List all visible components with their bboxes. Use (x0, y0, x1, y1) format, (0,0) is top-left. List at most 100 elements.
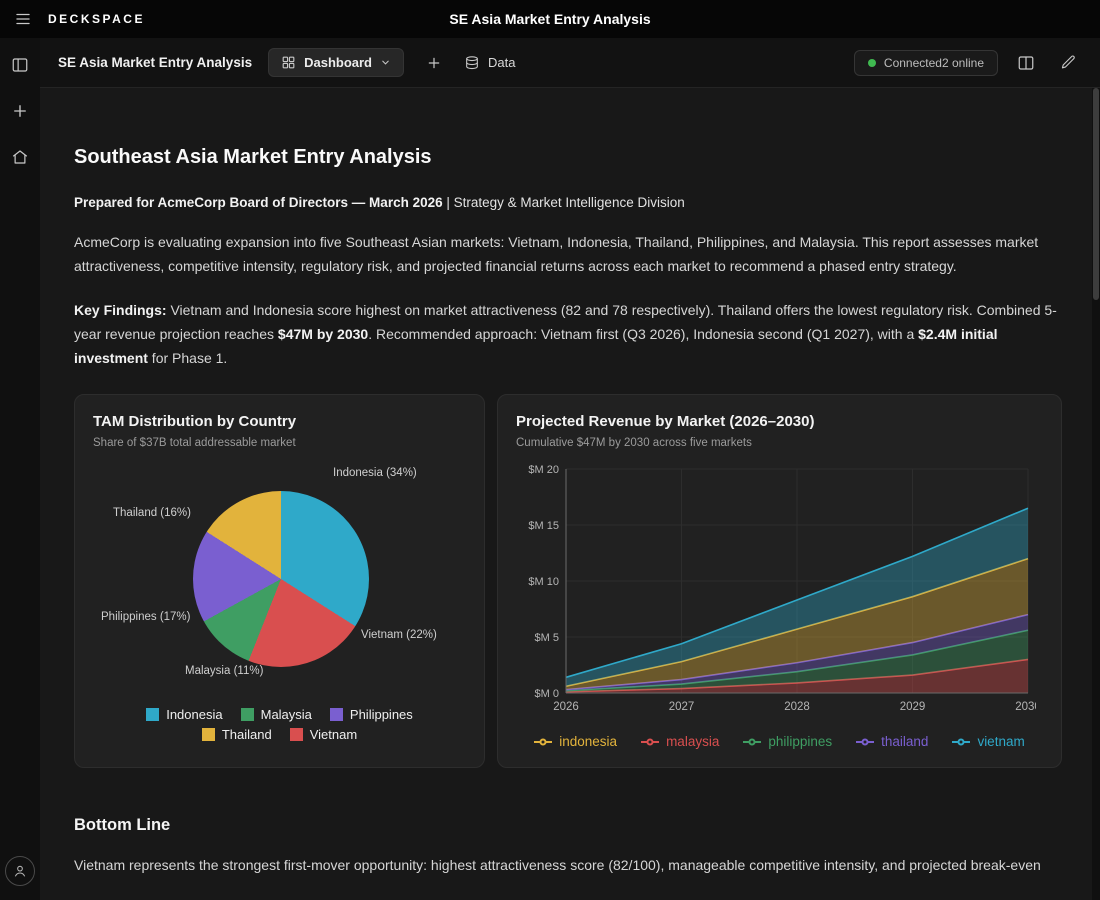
line-marker-icon (534, 741, 552, 743)
pie-plot-area: Indonesia (34%) Thailand (16%) Philippin… (93, 453, 466, 701)
chart-cards-row: TAM Distribution by Country Share of $37… (74, 394, 1062, 768)
connection-status[interactable]: Connected2 online (854, 50, 998, 76)
pie-callout-philippines: Philippines (17%) (101, 611, 191, 623)
document-title: SE Asia Market Entry Analysis (58, 55, 252, 70)
edit-pencil-button[interactable] (1054, 49, 1082, 77)
marker-dot (749, 738, 756, 745)
legend-swatch (330, 708, 343, 721)
revenue-area-card: Projected Revenue by Market (2026–2030) … (497, 394, 1062, 768)
rail-bottom (5, 856, 35, 886)
tam-pie (193, 491, 369, 667)
legend-item-thailand[interactable]: Thailand (202, 727, 272, 742)
topbar: DECKSPACE SE Asia Market Entry Analysis (0, 0, 1100, 38)
marker-dot (958, 738, 965, 745)
legend-item-philippines[interactable]: philippines (743, 734, 832, 749)
legend-label: Vietnam (310, 727, 357, 742)
data-button[interactable]: Data (464, 55, 515, 71)
line-marker-icon (856, 741, 874, 743)
x-tick-label: 2027 (669, 701, 695, 713)
x-tick-label: 2029 (900, 701, 926, 713)
marker-dot (540, 738, 547, 745)
legend-swatch (241, 708, 254, 721)
legend-item-malaysia[interactable]: Malaysia (241, 707, 312, 722)
legend-label: thailand (881, 734, 928, 749)
x-tick-label: 2030 (1015, 701, 1036, 713)
add-page-icon[interactable] (9, 100, 31, 122)
bottom-line-heading: Bottom Line (74, 816, 1062, 835)
legend-item-philippines[interactable]: Philippines (330, 707, 413, 722)
area-chart-wrap: $M 0 $M 5 $M 10 $M 15 $M 20 2026 2027 2028 2029 2… (516, 459, 1043, 724)
legend-item-malaysia[interactable]: malaysia (641, 734, 719, 749)
app-brand: DECKSPACE (48, 12, 145, 26)
document-canvas: Southeast Asia Market Entry Analysis Pre… (40, 88, 1092, 900)
topbar-left: DECKSPACE (14, 10, 294, 28)
area-card-subtitle: Cumulative $47M by 2030 across five mark… (516, 437, 1043, 449)
y-tick-label: $M 0 (535, 688, 559, 700)
legend-swatch (202, 728, 215, 741)
key-findings-paragraph: Key Findings: Vietnam and Indonesia scor… (74, 298, 1059, 370)
y-tick-label: $M 10 (528, 576, 559, 588)
database-icon (464, 55, 480, 71)
pie-legend-row: Thailand Vietnam (202, 727, 357, 742)
line-marker-icon (743, 741, 761, 743)
pie-legend-row: Indonesia Malaysia Philippines (146, 707, 413, 722)
left-rail (0, 38, 40, 900)
online-status-dot (868, 59, 876, 67)
pie-callout-malaysia: Malaysia (11%) (185, 665, 263, 677)
pie-card-subtitle: Share of $37B total addressable market (93, 437, 466, 449)
x-tick-label: 2028 (784, 701, 810, 713)
view-selector-label: Dashboard (304, 55, 372, 70)
pie-legend: Indonesia Malaysia Philippines Thailand Viet… (93, 707, 466, 742)
area-card-title: Projected Revenue by Market (2026–2030) (516, 413, 1043, 430)
byline: Prepared for AcmeCorp Board of Directors… (74, 195, 1062, 210)
legend-label: Malaysia (261, 707, 312, 722)
y-tick-label: $M 20 (528, 464, 559, 476)
page-title: Southeast Asia Market Entry Analysis (74, 146, 1062, 169)
legend-label: Philippines (350, 707, 413, 722)
y-tick-label: $M 15 (528, 520, 559, 532)
grid-icon (281, 55, 296, 70)
home-icon[interactable] (9, 146, 31, 168)
vertical-scrollbar[interactable] (1092, 88, 1100, 900)
view-selector-dashboard[interactable]: Dashboard (268, 48, 404, 77)
window-title: SE Asia Market Entry Analysis (294, 11, 806, 27)
legend-item-vietnam[interactable]: Vietnam (290, 727, 357, 742)
legend-label: indonesia (559, 734, 617, 749)
legend-swatch (146, 708, 159, 721)
hamburger-menu-icon[interactable] (14, 10, 32, 28)
pie-callout-vietnam: Vietnam (22%) (361, 629, 437, 641)
intro-paragraph: AcmeCorp is evaluating expansion into fi… (74, 230, 1059, 278)
layout-columns-button[interactable] (1012, 49, 1040, 77)
legend-label: philippines (768, 734, 832, 749)
pie-card-title: TAM Distribution by Country (93, 413, 466, 430)
line-marker-icon (641, 741, 659, 743)
legend-swatch (290, 728, 303, 741)
legend-label: Indonesia (166, 707, 222, 722)
sidebar-panel-icon[interactable] (9, 54, 31, 76)
y-tick-label: $M 5 (535, 632, 559, 644)
data-button-label: Data (488, 55, 515, 70)
connection-status-label: Connected2 online (884, 56, 984, 70)
user-avatar[interactable] (5, 856, 35, 886)
app-window: DECKSPACE SE Asia Market Entry Analysis … (0, 0, 1100, 900)
bottom-line-paragraph: Vietnam represents the strongest first-m… (74, 853, 1059, 877)
marker-dot (862, 738, 869, 745)
chevron-down-icon (380, 57, 391, 68)
legend-label: Thailand (222, 727, 272, 742)
tam-pie-card: TAM Distribution by Country Share of $37… (74, 394, 485, 768)
add-view-button[interactable] (420, 49, 448, 77)
pie-callout-thailand: Thailand (16%) (113, 507, 191, 519)
legend-item-indonesia[interactable]: indonesia (534, 734, 617, 749)
toolbar: SE Asia Market Entry Analysis Dashboard … (40, 38, 1100, 88)
legend-item-thailand[interactable]: thailand (856, 734, 928, 749)
x-tick-label: 2026 (553, 701, 579, 713)
legend-label: malaysia (666, 734, 719, 749)
pie-callout-indonesia: Indonesia (34%) (333, 467, 417, 479)
legend-label: vietnam (977, 734, 1024, 749)
marker-dot (647, 738, 654, 745)
legend-item-vietnam[interactable]: vietnam (952, 734, 1024, 749)
toolbar-right: Connected2 online (854, 49, 1082, 77)
legend-item-indonesia[interactable]: Indonesia (146, 707, 222, 722)
line-marker-icon (952, 741, 970, 743)
scrollbar-thumb[interactable] (1093, 88, 1099, 300)
